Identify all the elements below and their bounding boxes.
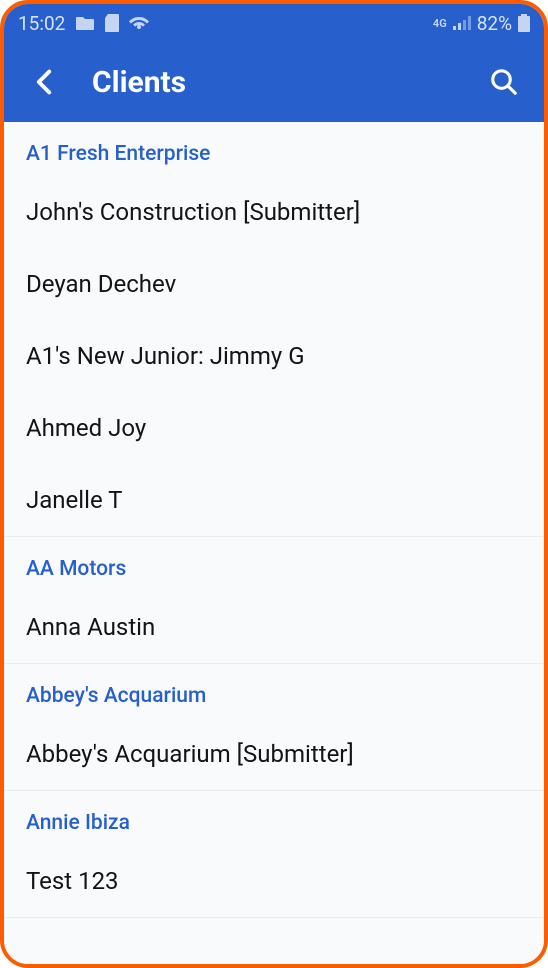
client-group: AA MotorsAnna Austin	[4, 537, 544, 664]
search-button[interactable]	[480, 58, 528, 106]
client-item[interactable]: Test 123	[4, 845, 544, 917]
page-title: Clients	[92, 65, 480, 100]
client-group: A1 Fresh EnterpriseJohn's Construction […	[4, 122, 544, 537]
search-icon	[489, 67, 519, 97]
status-bar-left: 15:02	[18, 12, 149, 35]
network-4g-icon: 4G	[433, 18, 447, 29]
client-item[interactable]: Janelle T	[4, 464, 544, 536]
folder-icon	[75, 15, 95, 31]
app-bar: Clients	[4, 42, 544, 122]
sd-card-icon	[105, 14, 119, 32]
wifi-icon	[129, 15, 149, 31]
client-item[interactable]: Deyan Dechev	[4, 248, 544, 320]
signal-icon	[453, 16, 471, 30]
group-header[interactable]: Abbey's Acquarium	[4, 664, 544, 718]
status-bar: 15:02 4G 82%	[4, 4, 544, 42]
client-item[interactable]: Ahmed Joy	[4, 392, 544, 464]
client-item[interactable]: A1's New Junior: Jimmy G	[4, 320, 544, 392]
client-item[interactable]: John's Construction [Submitter]	[4, 176, 544, 248]
network-label: 4G	[433, 18, 447, 29]
client-list[interactable]: A1 Fresh EnterpriseJohn's Construction […	[4, 122, 544, 964]
client-group: Abbey's AcquariumAbbey's Acquarium [Subm…	[4, 664, 544, 791]
device-frame: 15:02 4G 82% C	[0, 0, 548, 968]
chevron-left-icon	[36, 69, 52, 95]
client-group: Annie IbizaTest 123	[4, 791, 544, 918]
group-header[interactable]: A1 Fresh Enterprise	[4, 122, 544, 176]
battery-percent: 82%	[477, 12, 512, 35]
status-bar-right: 4G 82%	[433, 12, 530, 35]
back-button[interactable]	[20, 58, 68, 106]
group-header[interactable]: AA Motors	[4, 537, 544, 591]
client-item[interactable]: Abbey's Acquarium [Submitter]	[4, 718, 544, 790]
battery-icon	[518, 14, 530, 32]
status-time: 15:02	[18, 12, 65, 35]
group-header[interactable]: Annie Ibiza	[4, 791, 544, 845]
client-item[interactable]: Anna Austin	[4, 591, 544, 663]
